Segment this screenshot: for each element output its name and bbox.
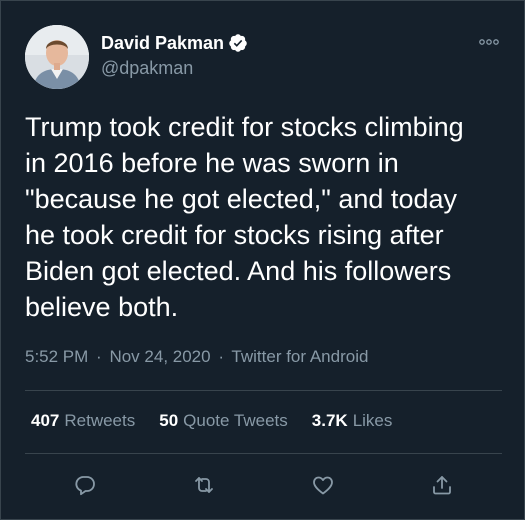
avatar-image	[25, 25, 89, 89]
likes-label: Likes	[352, 411, 393, 430]
name-row: David Pakman	[101, 31, 248, 55]
reply-icon	[75, 476, 95, 496]
meta-separator: ·	[96, 347, 102, 366]
engagement-stats: 407 Retweets 50 Quote Tweets 3.7K Likes	[31, 411, 392, 431]
retweet-icon	[194, 477, 213, 493]
avatar[interactable]	[25, 25, 89, 89]
user-handle[interactable]: @dpakman	[101, 58, 248, 79]
retweet-button[interactable]	[184, 465, 224, 505]
display-name[interactable]: David Pakman	[101, 33, 224, 54]
tweet-header: David Pakman @dpakman	[25, 25, 504, 89]
retweets-label: Retweets	[64, 411, 136, 430]
tweet-card: David Pakman @dpakman Trump took credit …	[0, 0, 525, 520]
tweet-time[interactable]: 5:52 PM	[25, 347, 88, 366]
share-icon	[433, 476, 452, 495]
more-icon[interactable]	[478, 35, 500, 49]
action-bar	[25, 463, 502, 507]
divider	[25, 453, 502, 454]
reply-button[interactable]	[65, 465, 105, 505]
quote-tweets-label: Quote Tweets	[183, 411, 288, 430]
meta-separator: ·	[218, 347, 224, 366]
retweets-stat[interactable]: 407 Retweets	[31, 411, 135, 431]
verified-badge-icon	[228, 33, 248, 53]
tweet-date[interactable]: Nov 24, 2020	[109, 347, 210, 366]
tweet-source[interactable]: Twitter for Android	[231, 347, 368, 366]
share-button[interactable]	[422, 465, 462, 505]
author-info: David Pakman @dpakman	[101, 31, 248, 79]
likes-stat[interactable]: 3.7K Likes	[312, 411, 393, 431]
tweet-meta: 5:52 PM · Nov 24, 2020 · Twitter for And…	[25, 347, 368, 367]
heart-icon	[313, 476, 334, 495]
retweets-count: 407	[31, 411, 60, 430]
likes-count: 3.7K	[311, 411, 348, 430]
quote-tweets-stat[interactable]: 50 Quote Tweets	[159, 411, 288, 431]
divider	[25, 390, 502, 391]
tweet-text: Trump took credit for stocks climbing in…	[25, 112, 464, 322]
like-button[interactable]	[303, 465, 343, 505]
quote-tweets-count: 50	[159, 411, 179, 430]
